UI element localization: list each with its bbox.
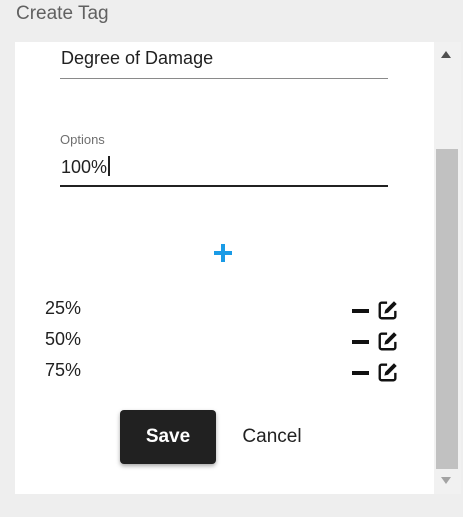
edit-icon xyxy=(378,301,397,320)
dialog-title: Create Tag xyxy=(16,3,109,24)
tag-name-value[interactable]: Degree of Damage xyxy=(61,48,213,69)
tag-name-field[interactable]: Degree of Damage xyxy=(60,42,388,79)
vertical-scrollbar[interactable] xyxy=(434,42,461,494)
options-label: Options xyxy=(60,132,105,147)
save-button[interactable]: Save xyxy=(120,410,216,464)
options-input[interactable]: 100% xyxy=(61,156,110,178)
remove-option-button[interactable] xyxy=(352,371,369,375)
add-option-button[interactable] xyxy=(212,241,236,265)
options-input-value: 100% xyxy=(61,157,108,177)
dialog-content: Degree of Damage Options 100% 25% 50% 75… xyxy=(15,42,434,494)
edit-option-button[interactable] xyxy=(377,330,399,352)
option-row: 25% xyxy=(45,298,405,322)
remove-option-button[interactable] xyxy=(352,309,369,313)
option-row: 50% xyxy=(45,329,405,353)
cancel-button[interactable]: Cancel xyxy=(232,410,312,464)
edit-icon xyxy=(378,332,397,351)
options-field[interactable]: Options 100% xyxy=(60,128,388,187)
option-label: 50% xyxy=(45,329,82,349)
option-label: 25% xyxy=(45,298,82,318)
remove-option-button[interactable] xyxy=(352,340,369,344)
option-label: 75% xyxy=(45,360,82,380)
edit-option-button[interactable] xyxy=(377,361,399,383)
text-cursor xyxy=(108,156,110,176)
scroll-thumb[interactable] xyxy=(436,149,458,469)
edit-icon xyxy=(378,363,397,382)
option-row: 75% xyxy=(45,360,405,384)
edit-option-button[interactable] xyxy=(377,299,399,321)
scroll-down-arrow-icon[interactable] xyxy=(441,477,451,484)
scroll-up-arrow-icon[interactable] xyxy=(441,51,451,58)
